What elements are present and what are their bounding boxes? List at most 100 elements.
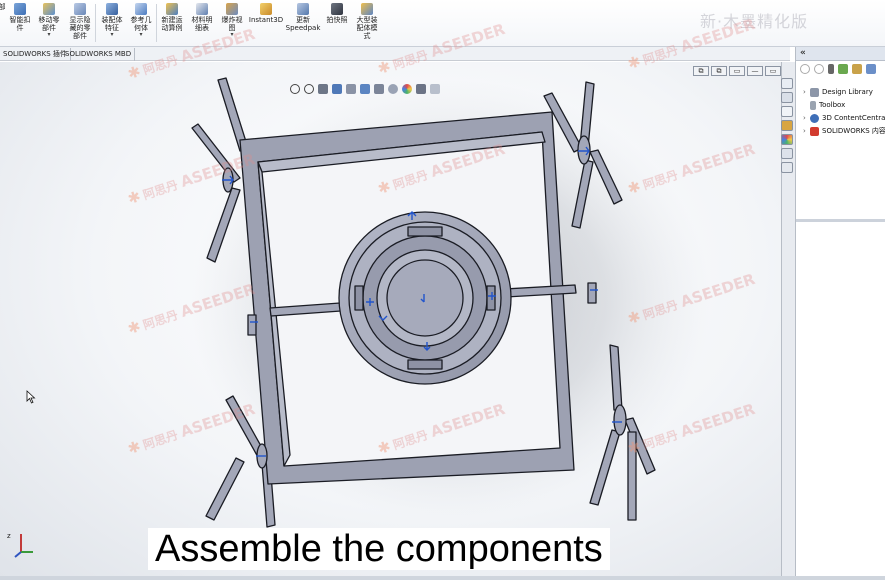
ribbon-label: 大型装 配体模 式 bbox=[356, 16, 378, 40]
ribbon-label: 材料明 细表 bbox=[191, 16, 213, 32]
tree-item-label: Toolbox bbox=[819, 101, 846, 109]
ribbon-label: 新建运 动算例 bbox=[161, 16, 183, 32]
forward-arrow-icon[interactable] bbox=[814, 64, 824, 74]
tree-item-label: 3D ContentCentral bbox=[822, 114, 885, 122]
ribbon-button-show-hidden[interactable]: 显示隐 藏的零 部件 bbox=[66, 3, 94, 45]
chevron-down-icon[interactable]: ▾ bbox=[47, 32, 50, 38]
video-subtitle: Assemble the components bbox=[148, 528, 610, 570]
large-assembly-icon bbox=[361, 3, 373, 15]
tab-solidworks-addins[interactable]: SOLIDWORKS 插件 bbox=[0, 48, 71, 61]
view-orientation-icon[interactable] bbox=[360, 84, 370, 94]
tree-item-toolbox[interactable]: Toolbox bbox=[803, 99, 845, 111]
home-icon[interactable] bbox=[781, 78, 793, 89]
ring-slot bbox=[486, 285, 496, 311]
expand-arrow-icon[interactable]: › bbox=[803, 127, 810, 135]
ribbon-label: 显示隐 藏的零 部件 bbox=[69, 16, 91, 40]
ribbon-separator bbox=[95, 4, 96, 42]
custom-properties-icon[interactable] bbox=[781, 148, 793, 159]
design-library-tab-icon[interactable] bbox=[781, 106, 793, 117]
ribbon-button-assembly-feature[interactable]: 装配体 特征 ▾ bbox=[98, 3, 126, 45]
tree-item-design-library[interactable]: › Design Library bbox=[803, 86, 873, 98]
forum-icon[interactable] bbox=[781, 162, 793, 173]
ribbon-label: 拍快照 bbox=[326, 16, 348, 24]
collapse-pane-button[interactable]: « bbox=[800, 48, 806, 59]
tile-icon[interactable]: ⧉ bbox=[693, 66, 709, 76]
graphics-area[interactable] bbox=[0, 62, 781, 578]
refresh-icon[interactable] bbox=[866, 64, 876, 74]
task-pane: « › Design Library Toolbox › 3D ContentC… bbox=[781, 47, 885, 578]
split-icon[interactable]: ▭ bbox=[729, 66, 745, 76]
ribbon-button-snapshot[interactable]: 拍快照 bbox=[323, 3, 351, 45]
status-bar bbox=[0, 576, 885, 580]
ring-slot bbox=[354, 285, 364, 311]
ribbon-button-update-speedpak[interactable]: 更新 Speedpak bbox=[285, 3, 321, 45]
tree-item-label: Design Library bbox=[822, 88, 873, 96]
tile-icon[interactable]: ⧉ bbox=[711, 66, 727, 76]
ribbon-label: 更新 Speedpak bbox=[285, 16, 321, 32]
task-pane-splitter[interactable] bbox=[796, 219, 885, 222]
ribbon-button-motion-study[interactable]: 新建运 动算例 bbox=[158, 3, 186, 45]
chevron-down-icon[interactable] bbox=[828, 64, 834, 74]
tree-item-3d-contentcentral[interactable]: › 3D ContentCentral bbox=[803, 112, 885, 124]
speedpak-icon bbox=[297, 3, 309, 15]
resources-icon[interactable] bbox=[781, 92, 793, 103]
tab-solidworks-mbd[interactable]: SOLIDWORKS MBD bbox=[62, 48, 136, 61]
section-view-icon[interactable] bbox=[332, 84, 342, 94]
show-hidden-icon bbox=[74, 3, 86, 15]
expand-arrow-icon[interactable]: › bbox=[803, 114, 810, 122]
ribbon-cut-fragment: 部 bbox=[0, 3, 6, 11]
toolbox-icon bbox=[810, 100, 816, 110]
chevron-down-icon[interactable]: ▾ bbox=[139, 32, 142, 38]
ribbon-button-smart-fastener[interactable]: 智能扣 件 bbox=[8, 3, 32, 45]
arm-strut[interactable] bbox=[205, 457, 245, 521]
back-arrow-icon[interactable] bbox=[800, 64, 810, 74]
ribbon-label: 装配体 特征 bbox=[101, 16, 123, 32]
design-library-icon bbox=[810, 87, 819, 97]
frame-pin bbox=[587, 282, 597, 304]
appearances-icon[interactable] bbox=[781, 134, 793, 145]
ribbon-button-move-component[interactable]: 移动零 部件 ▾ bbox=[36, 3, 62, 45]
maximize-icon[interactable]: ▭ bbox=[765, 66, 781, 76]
previous-view-icon[interactable] bbox=[318, 84, 328, 94]
ribbon-button-large-assembly-mode[interactable]: 大型装 配体模 式 bbox=[353, 3, 381, 45]
frame-pin bbox=[247, 314, 257, 336]
ribbon-label: 智能扣 件 bbox=[9, 16, 31, 32]
task-pane-tab-strip bbox=[781, 78, 795, 173]
solidworks-content-icon bbox=[810, 126, 819, 136]
ring-slot bbox=[407, 226, 443, 237]
display-style-icon[interactable] bbox=[374, 84, 384, 94]
ribbon-separator bbox=[156, 4, 157, 42]
ribbon-button-reference-geometry[interactable]: 参考几 何体 ▾ bbox=[127, 3, 155, 45]
expand-arrow-icon[interactable]: › bbox=[803, 88, 810, 96]
zoom-area-icon[interactable] bbox=[304, 84, 314, 94]
ribbon-label: 移动零 部件 bbox=[38, 16, 60, 32]
chevron-down-icon[interactable]: ▾ bbox=[110, 32, 113, 38]
zoom-to-fit-icon[interactable] bbox=[290, 84, 300, 94]
minimize-icon[interactable]: — bbox=[747, 66, 763, 76]
motion-study-icon bbox=[166, 3, 178, 15]
ring-slot bbox=[407, 359, 443, 370]
task-pane-header: « bbox=[796, 47, 885, 61]
add-location-icon[interactable] bbox=[838, 64, 848, 74]
content-central-icon bbox=[810, 113, 819, 123]
dynamic-annotation-icon[interactable] bbox=[346, 84, 356, 94]
heads-up-view-toolbar bbox=[290, 81, 440, 97]
hub[interactable] bbox=[386, 259, 464, 337]
apply-scene-icon[interactable] bbox=[416, 84, 426, 94]
ribbon-label: Instant3D bbox=[248, 16, 284, 24]
edit-appearance-icon[interactable] bbox=[402, 84, 412, 94]
smart-fastener-icon bbox=[14, 3, 26, 15]
exploded-view-icon bbox=[226, 3, 238, 15]
tree-item-solidworks-content[interactable]: › SOLIDWORKS 内容 bbox=[803, 125, 885, 137]
add-folder-icon[interactable] bbox=[852, 64, 862, 74]
view-settings-icon[interactable] bbox=[430, 84, 440, 94]
move-component-icon bbox=[43, 3, 55, 15]
paddle[interactable] bbox=[613, 404, 627, 436]
hide-show-items-icon[interactable] bbox=[388, 84, 398, 94]
bom-icon bbox=[196, 3, 208, 15]
task-pane-toolbar bbox=[800, 64, 876, 74]
reference-triad: z bbox=[7, 532, 33, 558]
file-explorer-icon[interactable] bbox=[781, 120, 793, 131]
svg-text:z: z bbox=[7, 532, 11, 540]
model-view bbox=[190, 77, 710, 528]
